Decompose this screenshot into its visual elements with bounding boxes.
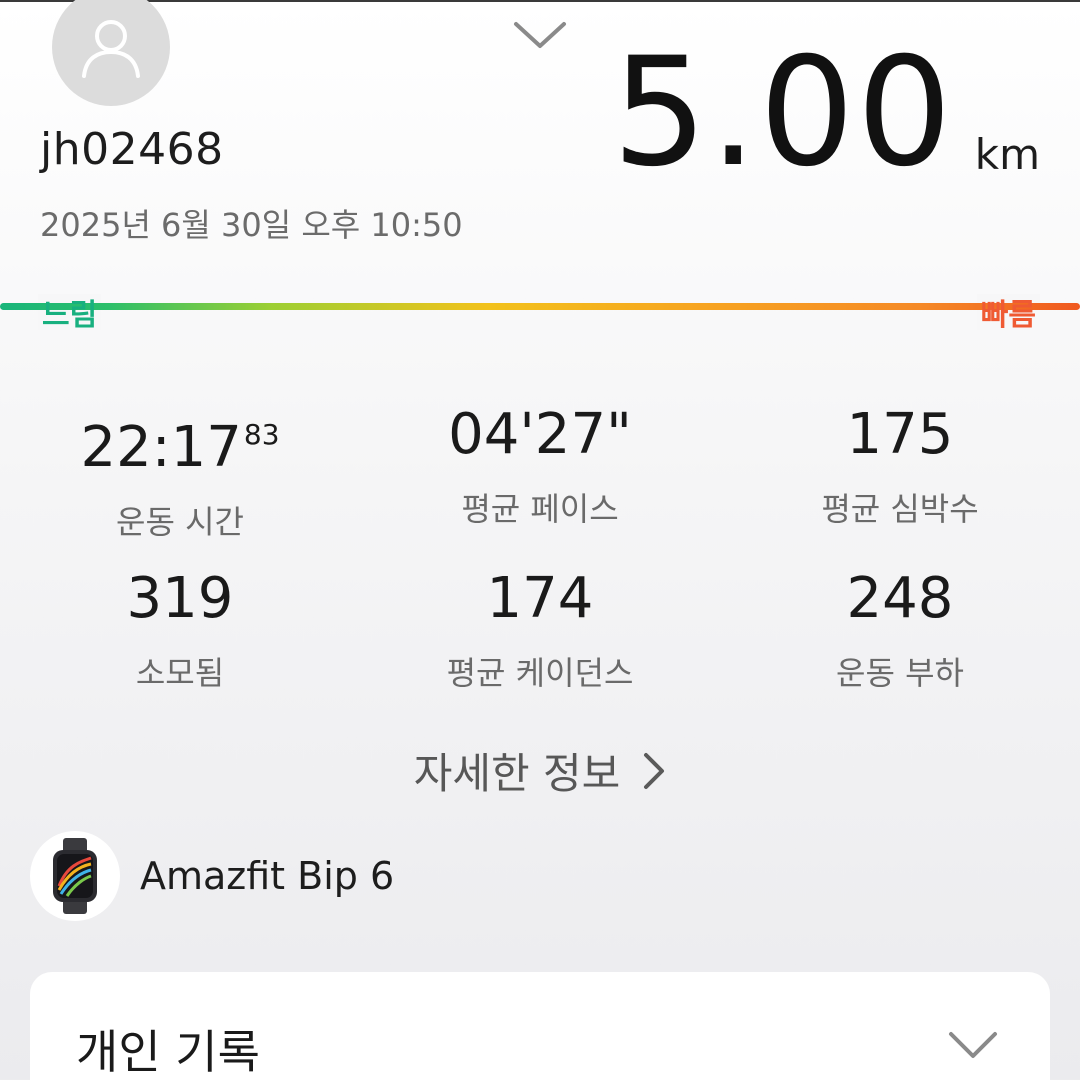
user-silhouette-icon bbox=[82, 20, 140, 78]
stat-average-cadence: 174 평균 케이던스 bbox=[360, 564, 720, 694]
stat-label: 운동 부하 bbox=[836, 654, 964, 692]
stat-value: 175 bbox=[846, 402, 954, 467]
details-link[interactable]: 자세한 정보 bbox=[0, 740, 1080, 801]
stat-value: 174 bbox=[486, 566, 594, 631]
stat-workout-time: 22:1783 운동 시간 bbox=[0, 400, 360, 543]
speed-label-fast: 빠름 bbox=[976, 290, 1041, 334]
stat-average-heart-rate: 175 평균 심박수 bbox=[720, 400, 1080, 530]
username: jh02468 bbox=[40, 124, 224, 175]
stat-label: 운동 시간 bbox=[116, 503, 244, 541]
stat-label: 소모됨 bbox=[135, 654, 225, 692]
details-label: 자세한 정보 bbox=[413, 749, 621, 798]
speed-label-slow: 느림 bbox=[38, 290, 102, 334]
stat-label: 평균 페이스 bbox=[461, 490, 619, 528]
speed-gradient-bar bbox=[0, 303, 1080, 310]
stat-calories: 319 소모됨 bbox=[0, 564, 360, 694]
stat-label: 평균 케이던스 bbox=[446, 654, 634, 692]
stat-value: 22:17 bbox=[80, 415, 242, 480]
stat-average-pace: 04'27" 평균 페이스 bbox=[360, 400, 720, 530]
collapse-chevron-icon[interactable] bbox=[508, 14, 572, 54]
stat-value-hundredths: 83 bbox=[243, 418, 280, 451]
card-title: 개인 기록 bbox=[76, 1025, 260, 1079]
stat-label: 평균 심박수 bbox=[821, 490, 979, 528]
smartwatch-icon bbox=[30, 831, 120, 921]
avatar[interactable] bbox=[52, 0, 170, 106]
chevron-right-icon bbox=[644, 752, 665, 789]
stat-value: 04'27" bbox=[448, 402, 632, 467]
device-name: Amazfit Bip 6 bbox=[140, 854, 395, 898]
sheet-top-border bbox=[0, 0, 1080, 2]
distance-unit: km bbox=[974, 130, 1040, 179]
chevron-down-icon[interactable] bbox=[946, 1028, 1000, 1062]
device-row[interactable]: Amazfit Bip 6 bbox=[30, 830, 394, 922]
personal-records-card[interactable]: 개인 기록 bbox=[30, 972, 1050, 1080]
distance-value: 5.00 bbox=[612, 26, 954, 200]
stat-value: 248 bbox=[846, 566, 954, 631]
workout-datetime: 2025년 6월 30일 오후 10:50 bbox=[40, 206, 463, 244]
stat-value: 319 bbox=[126, 566, 234, 631]
stat-training-load: 248 운동 부하 bbox=[720, 564, 1080, 694]
